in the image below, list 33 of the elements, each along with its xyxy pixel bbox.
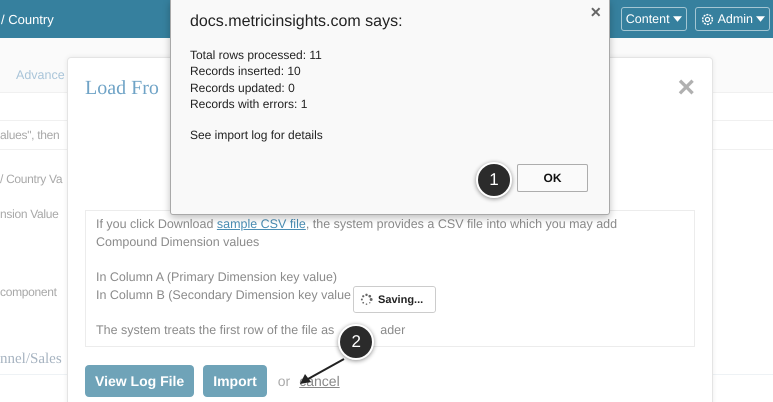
step-badge: 2 xyxy=(338,324,374,360)
alert-message: See import log for details xyxy=(190,127,324,144)
spinner-icon xyxy=(360,293,373,306)
background-text: nnel/Sales xyxy=(0,351,62,367)
breadcrumb: / Country xyxy=(0,12,54,26)
sample-csv-link[interactable]: sample CSV file xyxy=(216,217,306,231)
action-button[interactable]: View Log File xyxy=(85,365,194,397)
alert-message: Records updated: 0 xyxy=(190,80,296,96)
background-text: alues", then xyxy=(0,128,60,142)
caret-icon xyxy=(672,16,682,22)
instructions-text: If you click Download sample CSV file, the system provides a CSV file into which you may add Compound Dimension values xyxy=(96,216,618,251)
caret-icon xyxy=(756,16,765,22)
close-button[interactable]: × xyxy=(677,73,695,103)
alert-title: docs.metricinsights.com says: xyxy=(190,13,404,31)
menu-button[interactable]: Admin xyxy=(694,7,770,31)
modal-title: Load Fro xyxy=(85,76,159,100)
gear-icon xyxy=(700,12,715,26)
instructions-text: The system treats the first row of the file as xyxy=(96,322,334,339)
close-button[interactable]: × xyxy=(590,3,601,21)
instructions-text: In Column B (Secondary Dimension key value xyxy=(96,287,351,304)
background-text: nsion Value xyxy=(0,207,59,221)
background-text: component xyxy=(0,285,57,299)
instructions-text: In Column A (Primary Dimension key value) xyxy=(96,269,338,286)
instructions-text: ader xyxy=(380,322,406,339)
or-text: or xyxy=(278,373,290,389)
background-text: / Country Va xyxy=(0,172,62,186)
alert-message: Records with errors: 1 xyxy=(190,96,308,112)
action-button[interactable]: Import xyxy=(203,365,267,397)
menu-button[interactable]: Content xyxy=(620,7,687,31)
alert-message: Records inserted: 10 xyxy=(190,63,302,80)
ok-button[interactable]: OK xyxy=(517,164,588,192)
alert-message: Total rows processed: 11 xyxy=(190,47,323,64)
saving-text: Saving... xyxy=(378,294,424,306)
